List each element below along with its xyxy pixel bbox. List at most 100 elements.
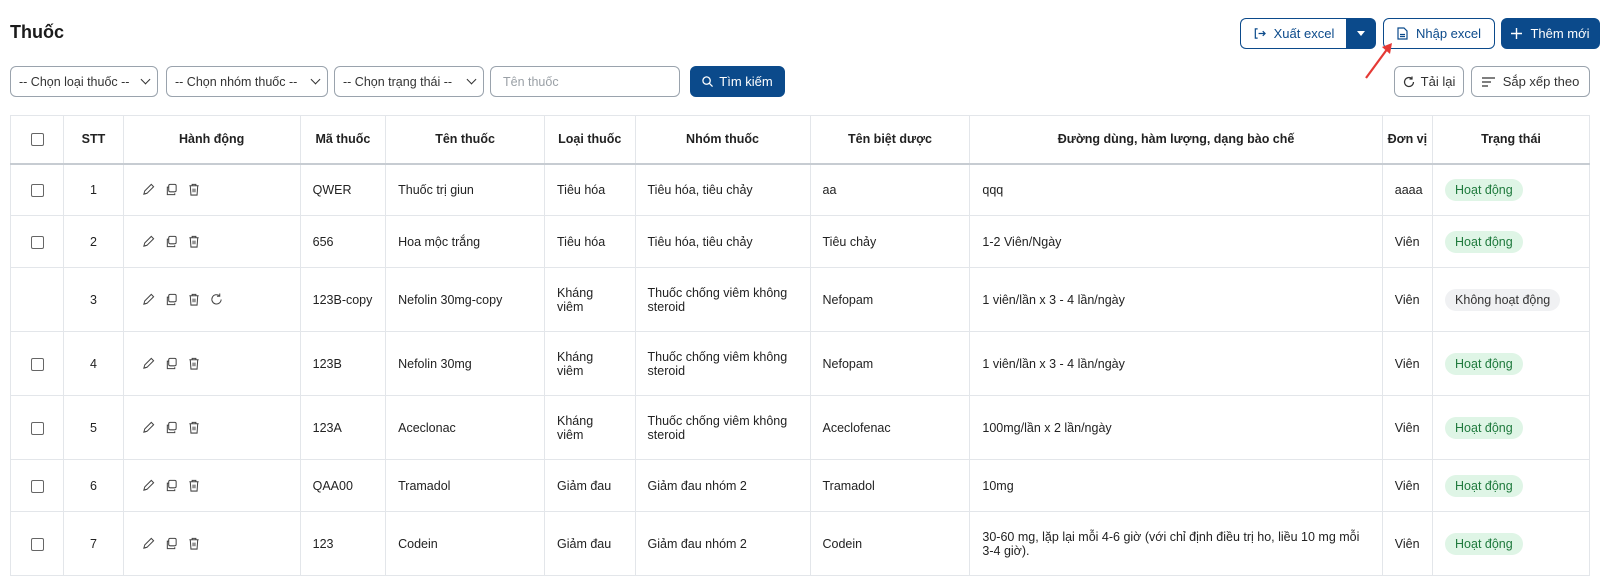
cell-unit: Viên <box>1381 395 1434 460</box>
select-all-checkbox[interactable] <box>30 133 44 147</box>
cell-brand: Nefopam <box>809 331 971 396</box>
cell-name: Nefolin 30mg-copy <box>385 267 545 332</box>
delete-icon[interactable] <box>188 479 200 492</box>
edit-icon[interactable] <box>142 357 155 370</box>
cell-status: Hoạt động <box>1432 215 1590 268</box>
row-select-cell <box>9 215 65 268</box>
status-badge: Hoạt động <box>1445 474 1523 497</box>
add-new-button[interactable]: Thêm mới <box>1501 18 1600 49</box>
drug-name-input[interactable] <box>490 66 680 97</box>
copy-icon[interactable] <box>165 357 178 370</box>
edit-icon[interactable] <box>142 183 155 196</box>
delete-icon[interactable] <box>188 293 200 306</box>
cell-actions <box>122 331 301 396</box>
cell-status: Không hoạt động <box>1432 267 1590 332</box>
row-checkbox[interactable] <box>30 537 44 551</box>
table-row: 7 123 Codein Giảm đau Giảm đau nhóm 2 Codein 3… <box>9 511 1590 576</box>
copy-icon[interactable] <box>165 479 178 492</box>
cell-group: Thuốc chống viêm không steroid <box>634 267 811 332</box>
header-type: Loại thuốc <box>544 115 636 165</box>
cell-code: QAA00 <box>299 459 387 512</box>
drug-group-select[interactable]: -- Chọn nhóm thuốc -- <box>166 66 328 97</box>
row-select-cell <box>9 163 65 216</box>
cell-unit: Viên <box>1381 215 1434 268</box>
cell-stt: 2 <box>63 215 124 268</box>
export-excel-group: Xuất excel <box>1240 18 1376 49</box>
cell-brand: Tiêu chảy <box>809 215 971 268</box>
delete-icon[interactable] <box>188 357 200 370</box>
caret-down-icon <box>1357 31 1365 36</box>
table-row: 5 123A Aceclonac Kháng viêm Thuốc chống viêm… <box>9 395 1590 460</box>
sort-lines-icon <box>1481 76 1495 87</box>
edit-icon[interactable] <box>142 293 155 306</box>
cell-usage: 1 viên/lần x 3 - 4 lần/ngày <box>969 331 1383 396</box>
cell-actions <box>122 215 301 268</box>
cell-code: 123B <box>299 331 387 396</box>
cell-brand: aa <box>809 163 971 216</box>
row-checkbox[interactable] <box>30 421 44 435</box>
header-actions: Hành động <box>122 115 301 165</box>
cell-brand: Tramadol <box>809 459 971 512</box>
cell-unit: Viên <box>1381 331 1434 396</box>
refresh-icon <box>1403 76 1415 88</box>
copy-icon[interactable] <box>165 421 178 434</box>
search-button[interactable]: Tìm kiếm <box>690 66 785 97</box>
copy-icon[interactable] <box>165 183 178 196</box>
edit-icon[interactable] <box>142 479 155 492</box>
copy-icon[interactable] <box>165 235 178 248</box>
restore-icon[interactable] <box>210 293 223 306</box>
header-usage: Đường dùng, hàm lượng, dạng bào chế <box>969 115 1383 165</box>
status-select[interactable]: -- Chọn trạng thái -- <box>334 66 484 97</box>
edit-icon[interactable] <box>142 421 155 434</box>
export-excel-label: Xuất excel <box>1273 26 1335 41</box>
delete-icon[interactable] <box>188 421 200 434</box>
header-brand: Tên biệt dược <box>809 115 971 165</box>
delete-icon[interactable] <box>188 537 200 550</box>
cell-status: Hoạt động <box>1432 395 1590 460</box>
cell-usage: 100mg/lần x 2 lần/ngày <box>969 395 1383 460</box>
export-icon <box>1253 27 1266 40</box>
cell-stt: 1 <box>63 163 124 216</box>
edit-icon[interactable] <box>142 235 155 248</box>
chevron-down-icon <box>466 74 477 85</box>
cell-group: Giảm đau nhóm 2 <box>634 459 811 512</box>
cell-name: Tramadol <box>385 459 545 512</box>
cell-actions <box>122 163 301 216</box>
cell-actions <box>122 511 301 576</box>
cell-status: Hoạt động <box>1432 163 1590 216</box>
export-excel-button[interactable]: Xuất excel <box>1240 18 1346 49</box>
copy-icon[interactable] <box>165 537 178 550</box>
status-badge: Không hoạt động <box>1445 288 1561 311</box>
row-checkbox[interactable] <box>30 235 44 249</box>
cell-usage: 30-60 mg, lặp lại mỗi 4-6 giờ (với chỉ đ… <box>969 511 1383 576</box>
table-row: 1 QWER Thuốc trị giun Tiêu hóa Tiêu hóa, tiê… <box>9 163 1590 216</box>
row-checkbox[interactable] <box>30 479 44 493</box>
cell-code: QWER <box>299 163 387 216</box>
delete-icon[interactable] <box>188 235 200 248</box>
page-title: Thuốc <box>10 22 64 42</box>
import-excel-button[interactable]: Nhập excel <box>1383 18 1495 49</box>
drug-type-select[interactable]: -- Chọn loại thuốc -- <box>10 66 158 97</box>
cell-usage: qqq <box>969 163 1383 216</box>
cell-group: Tiêu hóa, tiêu chảy <box>634 163 811 216</box>
cell-status: Hoạt động <box>1432 331 1590 396</box>
cell-brand: Codein <box>809 511 971 576</box>
cell-unit: Viên <box>1381 511 1434 576</box>
cell-actions <box>122 459 301 512</box>
copy-icon[interactable] <box>165 293 178 306</box>
sort-button[interactable]: Sắp xếp theo <box>1471 66 1590 97</box>
row-checkbox[interactable] <box>30 357 44 371</box>
cell-name: Hoa mộc trắng <box>385 215 545 268</box>
reload-button[interactable]: Tải lại <box>1394 66 1464 97</box>
edit-icon[interactable] <box>142 537 155 550</box>
cell-code: 656 <box>299 215 387 268</box>
cell-name: Nefolin 30mg <box>385 331 545 396</box>
cell-type: Tiêu hóa <box>544 215 636 268</box>
row-checkbox[interactable] <box>30 183 44 197</box>
status-badge: Hoạt động <box>1445 416 1523 439</box>
delete-icon[interactable] <box>188 183 200 196</box>
cell-type: Tiêu hóa <box>544 163 636 216</box>
search-label: Tìm kiếm <box>719 74 773 89</box>
header-unit: Đơn vị <box>1381 115 1434 165</box>
cell-type: Giảm đau <box>544 459 636 512</box>
